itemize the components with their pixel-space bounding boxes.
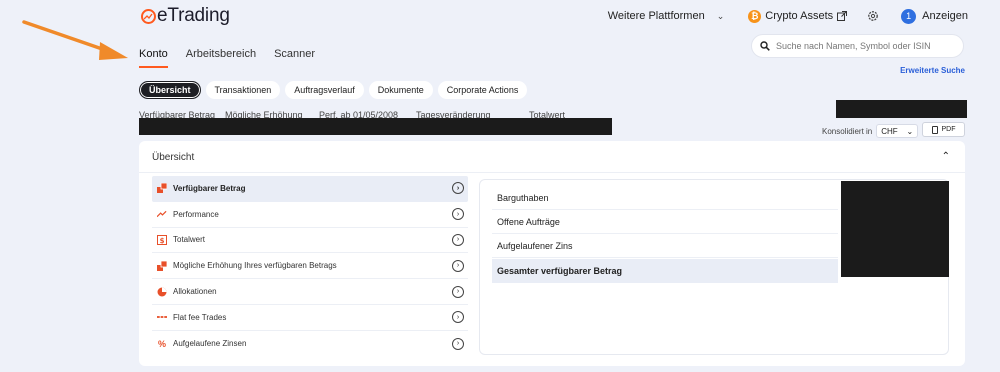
collapse-chevron-up-icon[interactable]: ⌃: [942, 151, 950, 162]
chevron-right-icon[interactable]: ›: [452, 337, 464, 350]
bitcoin-icon: ₿: [748, 9, 762, 23]
search-box[interactable]: [751, 34, 964, 58]
top-navigation: Weitere Plattformen ⌄ ₿ Crypto Assets 1 …: [608, 6, 968, 26]
currency-value: CHF: [881, 126, 898, 136]
subtab-dokumente[interactable]: Dokumente: [368, 81, 433, 99]
detail-row-aufgelaufener-zins: Aufgelaufener Zins: [492, 234, 838, 258]
annotation-arrow: [22, 20, 128, 60]
account-sub-tabs: Übersicht Transaktionen Auftragsverlauf …: [139, 81, 532, 99]
chevron-right-icon[interactable]: ›: [452, 233, 464, 246]
subtab-transaktionen[interactable]: Transaktionen: [205, 81, 281, 99]
redacted-detail-values: [841, 181, 949, 277]
list-item-verfuegbarer-betrag[interactable]: Verfügbarer Betrag ›: [152, 176, 468, 202]
crypto-assets-link[interactable]: ₿ Crypto Assets: [748, 9, 848, 23]
consolidation-control: Konsolidiert in CHF ⌄: [822, 124, 919, 138]
percent-icon: %: [157, 338, 166, 349]
tab-arbeitsbereich[interactable]: Arbeitsbereich: [186, 48, 256, 68]
main-tabs: Konto Arbeitsbereich Scanner: [139, 48, 333, 68]
notifications-button[interactable]: 1 Anzeigen: [901, 8, 968, 24]
list-item-label: Totalwert: [173, 235, 206, 245]
detail-label: Gesamter verfügbarer Betrag: [497, 266, 623, 276]
subtab-uebersicht[interactable]: Übersicht: [139, 81, 201, 99]
detail-label: Offene Aufträge: [497, 216, 560, 227]
pdf-export-button[interactable]: PDF: [922, 122, 965, 137]
redacted-summary-values: [139, 118, 612, 135]
advanced-search-link[interactable]: Erweiterte Suche: [900, 66, 965, 75]
svg-text:$: $: [160, 237, 165, 245]
overview-nav-list: Verfügbarer Betrag › Performance › $ Tot…: [152, 176, 468, 357]
trend-up-icon: [157, 209, 167, 219]
tab-konto[interactable]: Konto: [139, 48, 168, 68]
currency-select[interactable]: CHF ⌄: [876, 124, 919, 138]
chevron-right-icon[interactable]: ›: [452, 311, 464, 324]
chevron-down-icon: ⌄: [906, 126, 914, 136]
list-item-allokationen[interactable]: Allokationen ›: [152, 279, 468, 305]
list-item-performance[interactable]: Performance ›: [152, 202, 468, 228]
chevron-right-icon[interactable]: ›: [452, 285, 464, 298]
cash-stack-icon: [157, 183, 167, 194]
dollar-note-icon: $: [157, 234, 167, 245]
gear-icon: [868, 11, 878, 21]
chevron-right-icon[interactable]: ›: [452, 208, 464, 221]
overview-panel: Übersicht ⌃ Verfügbarer Betrag › Perform…: [139, 141, 965, 366]
notifications-count: 1: [901, 8, 917, 24]
dots-icon: [157, 312, 167, 322]
etrading-logo[interactable]: eTrading: [141, 5, 230, 27]
chevron-down-icon: ⌄: [716, 10, 725, 21]
logo-text: eTrading: [157, 5, 230, 26]
list-item-label: Performance: [173, 209, 219, 219]
search-icon: [760, 41, 770, 51]
list-item-label: Aufgelaufene Zinsen: [173, 339, 247, 349]
pie-chart-icon: [157, 287, 167, 297]
available-amount-detail: Barguthaben Offene Aufträge Aufgelaufene…: [479, 179, 949, 355]
detail-label: Aufgelaufener Zins: [497, 240, 573, 251]
tab-scanner[interactable]: Scanner: [274, 48, 315, 68]
consolidation-label: Konsolidiert in: [822, 126, 873, 136]
list-item-label: Allokationen: [173, 287, 217, 297]
platforms-dropdown[interactable]: Weitere Plattformen ⌄: [608, 10, 725, 22]
settings-button[interactable]: [867, 10, 879, 22]
pdf-label: PDF: [941, 126, 956, 133]
chevron-right-icon[interactable]: ›: [452, 182, 464, 195]
detail-row-barguthaben: Barguthaben: [492, 186, 838, 210]
list-item-label: Flat fee Trades: [173, 312, 227, 322]
search-input[interactable]: [776, 41, 956, 51]
list-item-aufgelaufene-zinsen[interactable]: % Aufgelaufene Zinsen ›: [152, 331, 468, 357]
list-item-label: Verfügbarer Betrag: [173, 183, 246, 193]
platforms-label: Weitere Plattformen: [607, 10, 705, 22]
list-item-totalwert[interactable]: $ Totalwert ›: [152, 228, 468, 254]
subtab-corporate-actions[interactable]: Corporate Actions: [437, 81, 528, 99]
list-item-moegliche-erhoehung[interactable]: Mögliche Erhöhung Ihres verfügbaren Betr…: [152, 253, 468, 280]
subtab-auftragsverlauf[interactable]: Auftragsverlauf: [285, 81, 364, 99]
detail-row-offene-auftraege: Offene Aufträge: [492, 210, 838, 234]
panel-divider: [139, 172, 965, 173]
notifications-label: Anzeigen: [922, 10, 968, 22]
document-icon: [931, 125, 938, 134]
crypto-label: Crypto Assets: [765, 10, 834, 22]
logo-trend-icon: [141, 8, 156, 24]
detail-row-total: Gesamter verfügbarer Betrag: [492, 259, 838, 283]
chevron-right-icon[interactable]: ›: [452, 259, 464, 272]
cash-stack-icon: [157, 260, 167, 271]
panel-title: Übersicht: [152, 152, 195, 163]
list-item-label: Mögliche Erhöhung Ihres verfügbaren Betr…: [173, 261, 337, 271]
external-link-icon: [837, 11, 848, 21]
list-item-flat-fee-trades[interactable]: Flat fee Trades ›: [152, 305, 468, 331]
detail-label: Barguthaben: [497, 192, 549, 203]
redacted-header-value: [836, 100, 967, 118]
